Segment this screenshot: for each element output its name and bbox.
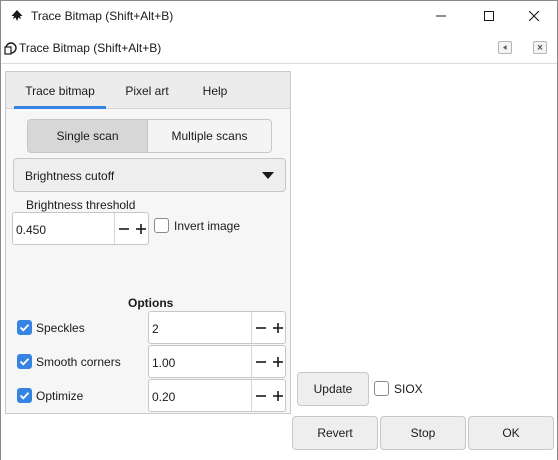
check-icon	[19, 392, 30, 400]
detection-mode-value: Brightness cutoff	[25, 169, 115, 183]
increment-button[interactable]	[132, 213, 149, 244]
revert-label: Revert	[317, 426, 353, 440]
invert-image-checkbox[interactable]	[154, 218, 169, 233]
trace-bitmap-icon	[4, 42, 17, 55]
increment-button[interactable]	[269, 380, 286, 411]
brightness-threshold-value[interactable]: 0.450	[16, 223, 46, 237]
minus-icon	[255, 360, 266, 363]
stop-button[interactable]: Stop	[380, 416, 466, 450]
plus-icon	[135, 223, 146, 234]
dock-title: Trace Bitmap (Shift+Alt+B)	[19, 41, 162, 55]
increment-button[interactable]	[269, 346, 286, 377]
multiple-scans-button[interactable]: Multiple scans	[147, 119, 272, 153]
tab-pixel-art[interactable]: Pixel art	[118, 72, 176, 109]
speckles-label: Speckles	[36, 321, 85, 335]
plus-icon	[272, 390, 283, 401]
smooth-corners-value[interactable]: 1.00	[152, 356, 175, 370]
minus-icon	[255, 394, 266, 397]
stop-label: Stop	[410, 426, 436, 440]
active-tab-indicator	[14, 106, 106, 109]
siox-label: SIOX	[394, 382, 423, 396]
decrement-button[interactable]	[115, 213, 132, 244]
inkscape-app-icon	[11, 10, 23, 21]
window-title: Trace Bitmap (Shift+Alt+B)	[31, 9, 174, 23]
brightness-threshold-spinbox[interactable]: 0.450	[12, 212, 149, 245]
revert-button[interactable]: Revert	[292, 416, 378, 450]
options-heading: Options	[128, 296, 174, 310]
main-area: Trace bitmap Pixel art Help Single scan …	[1, 65, 557, 460]
ok-button[interactable]: OK	[468, 416, 554, 450]
ok-label: OK	[502, 426, 520, 440]
dock-header: Trace Bitmap (Shift+Alt+B)	[1, 31, 557, 64]
dock-close-button[interactable]	[533, 41, 547, 54]
speckles-value[interactable]: 2	[152, 322, 159, 336]
decrement-button[interactable]	[252, 312, 269, 343]
maximize-button[interactable]	[466, 1, 512, 31]
invert-image-label: Invert image	[174, 219, 241, 233]
tab-trace-bitmap-label: Trace bitmap	[25, 83, 95, 98]
update-button[interactable]: Update	[297, 372, 369, 406]
chevron-down-icon	[262, 172, 274, 179]
smooth-corners-spinbox[interactable]: 1.00	[148, 345, 286, 378]
tab-help[interactable]: Help	[192, 72, 238, 109]
smooth-corners-checkbox[interactable]	[17, 354, 32, 369]
trace-settings-panel: Trace bitmap Pixel art Help Single scan …	[5, 71, 291, 414]
siox-checkbox[interactable]	[374, 381, 389, 396]
decrement-button[interactable]	[252, 346, 269, 377]
title-bar[interactable]: Trace Bitmap (Shift+Alt+B)	[1, 1, 557, 31]
optimize-spinbox[interactable]: 0.20	[148, 379, 286, 412]
dock-collapse-button[interactable]	[498, 41, 512, 54]
triangle-left-icon	[503, 45, 507, 50]
plus-icon	[272, 356, 283, 367]
close-button[interactable]	[511, 1, 557, 31]
maximize-icon	[484, 11, 494, 21]
optimize-checkbox[interactable]	[17, 388, 32, 403]
multiple-scans-label: Multiple scans	[171, 129, 248, 143]
speckles-spinbox[interactable]: 2	[148, 311, 286, 344]
speckles-checkbox[interactable]	[17, 320, 32, 335]
single-scan-button[interactable]: Single scan	[27, 119, 148, 153]
tab-bar: Trace bitmap Pixel art Help	[6, 72, 290, 109]
check-icon	[19, 358, 30, 366]
smooth-corners-label: Smooth corners	[36, 355, 121, 369]
check-icon	[19, 324, 30, 332]
single-scan-label: Single scan	[56, 129, 119, 143]
brightness-threshold-label: Brightness threshold	[26, 198, 136, 212]
detection-mode-dropdown[interactable]: Brightness cutoff	[13, 158, 286, 192]
increment-button[interactable]	[269, 312, 286, 343]
minimize-button[interactable]	[418, 1, 464, 31]
close-icon	[537, 44, 543, 50]
tab-trace-bitmap[interactable]: Trace bitmap	[14, 72, 106, 109]
tab-pixel-art-label: Pixel art	[125, 83, 169, 98]
decrement-button[interactable]	[252, 380, 269, 411]
optimize-label: Optimize	[36, 389, 84, 403]
minimize-icon	[436, 15, 446, 17]
close-icon	[529, 11, 539, 21]
optimize-value[interactable]: 0.20	[152, 390, 175, 404]
update-label: Update	[313, 382, 353, 396]
trace-bitmap-window: Trace Bitmap (Shift+Alt+B) Trace Bitmap …	[0, 0, 558, 460]
minus-icon	[118, 227, 129, 230]
plus-icon	[272, 322, 283, 333]
minus-icon	[255, 326, 266, 329]
tab-help-label: Help	[202, 83, 228, 98]
